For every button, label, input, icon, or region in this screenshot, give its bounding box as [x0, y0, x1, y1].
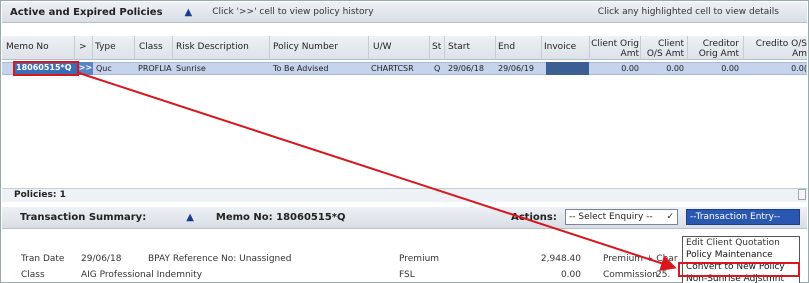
fsl-value: 0.00	[560, 270, 581, 280]
status-cell: Q	[434, 64, 441, 73]
column-divider	[541, 36, 542, 60]
fsl-label: FSL	[399, 270, 415, 280]
annotation-highlight-box	[678, 262, 800, 277]
actions-label: Actions:	[511, 212, 557, 223]
column-divider	[172, 36, 173, 60]
commission-value: 25.	[656, 270, 671, 280]
col-client-os-amt[interactable]: Client O/S Amt	[641, 39, 684, 61]
details-hint: Click any highlighted cell to view detai…	[597, 7, 779, 17]
column-divider	[74, 36, 75, 60]
premium-charges-label: Premium + Char	[603, 254, 678, 264]
column-divider	[687, 36, 688, 60]
enquiry-select[interactable]: -- Select Enquiry -- ✓	[565, 209, 678, 225]
start-date-cell: 29/06/18	[448, 64, 484, 73]
tran-date-label: Tran Date	[21, 254, 65, 264]
col-class[interactable]: Class	[139, 42, 163, 64]
type-cell: Quc	[96, 64, 112, 73]
menu-item-policy-maintenance[interactable]: Policy Maintenance	[683, 249, 799, 261]
column-divider	[134, 36, 135, 60]
col-policy-number[interactable]: Policy Number	[273, 42, 338, 64]
policies-header-bar: Active and Expired Policies ▲ Click '>>'…	[2, 2, 807, 23]
commission-label: Commission	[603, 270, 658, 280]
policy-number-cell: To Be Advised	[273, 64, 329, 73]
annotation-memo-outline	[13, 61, 79, 76]
transaction-entry-select[interactable]: --Transaction Entry--	[686, 209, 800, 225]
column-divider	[92, 36, 93, 60]
client-orig-amt-cell: 0.00	[621, 64, 639, 73]
column-divider	[368, 36, 369, 60]
col-uw[interactable]: U/W	[373, 42, 392, 64]
tran-date-value: 29/06/18	[81, 254, 122, 264]
bpay-reference: BPAY Reference No: Unassigned	[148, 254, 292, 264]
col-risk-description[interactable]: Risk Description	[176, 42, 249, 64]
sort-icon[interactable]: ▲	[185, 7, 193, 18]
column-divider	[444, 36, 445, 60]
policy-history-hint: Click '>>' cell to view policy history	[212, 7, 374, 17]
column-divider	[429, 36, 430, 60]
col-type[interactable]: Type	[95, 42, 116, 64]
policies-count: Policies: 1	[14, 190, 66, 200]
policies-panel-title: Active and Expired Policies	[10, 6, 163, 18]
invoice-cell[interactable]	[546, 62, 589, 75]
premium-label: Premium	[399, 254, 440, 264]
column-divider	[269, 36, 270, 60]
transaction-summary-bar: Transaction Summary: ▲ Memo No: 18060515…	[2, 207, 807, 229]
premium-value: 2,948.40	[540, 254, 581, 264]
col-history: >	[79, 42, 87, 52]
underwriter-cell: CHARTCSR	[371, 64, 414, 73]
column-divider	[495, 36, 496, 60]
policies-footer	[2, 188, 807, 202]
chevron-down-icon: ✓	[666, 212, 674, 222]
col-start[interactable]: Start	[448, 42, 470, 64]
creditor-orig-amt-cell: 0.00	[721, 64, 739, 73]
col-creditor-orig-amt[interactable]: Creditor Orig Amt	[689, 39, 739, 61]
menu-item-edit-client-quotation[interactable]: Edit Client Quotation	[683, 237, 799, 249]
col-client-orig-amt[interactable]: Client Orig Amt	[591, 39, 639, 61]
collapse-icon[interactable]: ▲	[186, 212, 194, 223]
col-status[interactable]: St	[432, 42, 441, 64]
creditor-os-amt-cell: 0.0(	[791, 64, 807, 73]
policy-history-button[interactable]: >>	[78, 62, 93, 75]
class-label: Class	[21, 270, 45, 280]
column-divider	[640, 36, 641, 60]
col-creditor-os-amt[interactable]: Credito O/S Am	[753, 39, 807, 61]
client-os-amt-cell: 0.00	[666, 64, 684, 73]
class-cell: PROFLIA	[138, 64, 172, 73]
horizontal-scrollbar[interactable]	[798, 189, 806, 200]
column-divider	[743, 36, 744, 60]
col-end[interactable]: End	[498, 42, 515, 64]
class-value: AIG Professional Indemnity	[81, 270, 203, 280]
enquiry-select-value: -- Select Enquiry --	[569, 212, 653, 222]
transaction-summary-title: Transaction Summary:	[20, 212, 147, 223]
memo-number-label: Memo No: 18060515*Q	[215, 212, 346, 223]
column-divider	[589, 36, 590, 60]
col-invoice[interactable]: Invoice	[544, 42, 576, 64]
end-date-cell: 29/06/19	[498, 64, 534, 73]
risk-description-cell: Sunrise	[176, 64, 206, 73]
main-window: Active and Expired Policies ▲ Click '>>'…	[0, 0, 809, 283]
